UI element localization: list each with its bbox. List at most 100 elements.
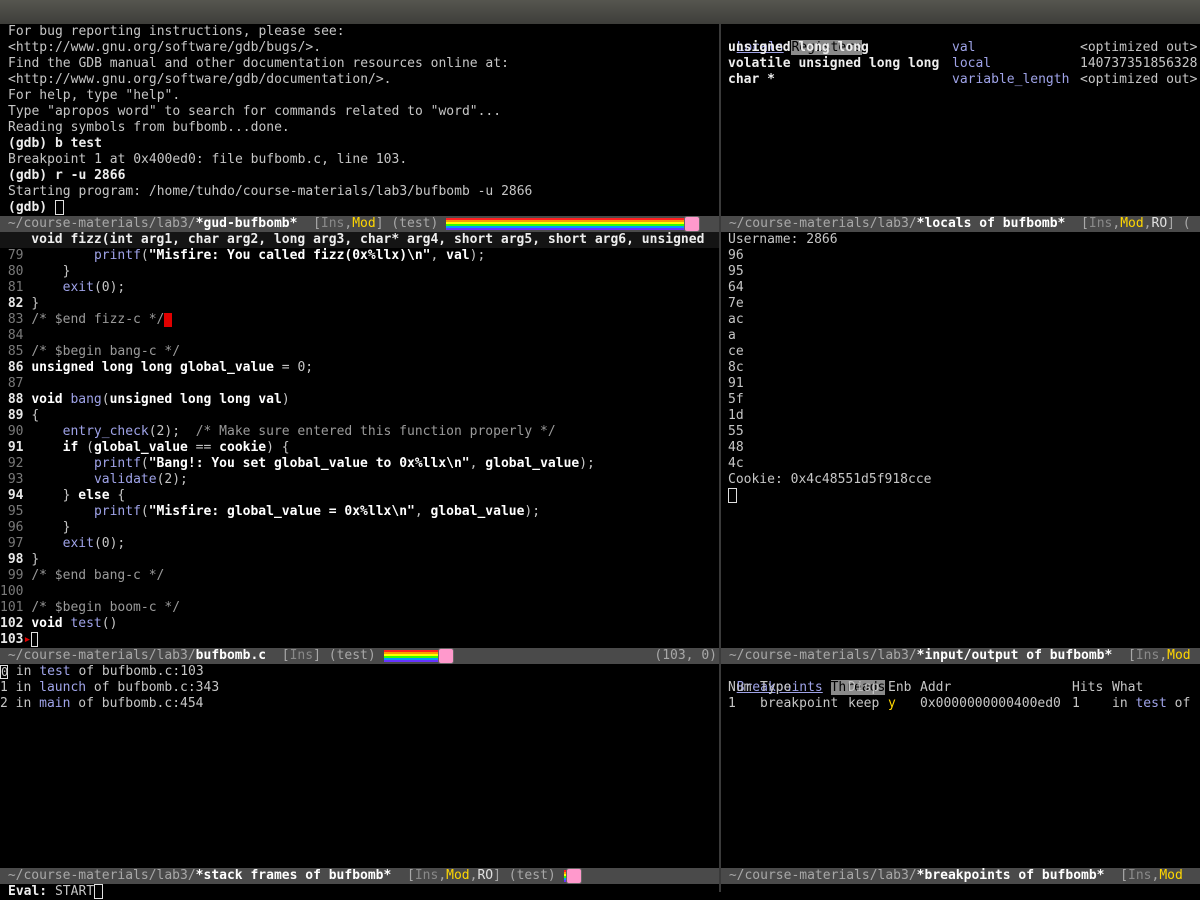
frame-location: of bufbomb.c:343 — [86, 680, 220, 695]
line-number: 100 — [0, 584, 24, 599]
io-byte-line: ac — [728, 312, 744, 327]
code-text: } — [31, 552, 40, 567]
local-name: variable_length — [952, 72, 1070, 87]
line-number: 92 — [0, 456, 24, 471]
code-text: void bang(unsigned long long val) — [31, 392, 290, 407]
source-line[interactable]: 86 unsigned long long global_value = 0; — [0, 360, 719, 376]
line-number: 103 — [0, 632, 24, 647]
window-divider[interactable] — [719, 24, 721, 892]
modeline-mod: Mod — [1159, 868, 1183, 883]
modeline-mode: ] (test) — [313, 648, 384, 663]
modeline-gud[interactable]: ~/course-materials/lab3/*gud-bufbomb* [I… — [0, 216, 719, 232]
frame-function[interactable]: launch — [39, 680, 86, 695]
text-cursor — [164, 312, 173, 327]
col-disp: Disp — [848, 680, 880, 695]
line-number: 95 — [0, 504, 24, 519]
stack-frame-row[interactable]: 2 in main of bufbomb.c:454 — [0, 696, 719, 712]
source-editor[interactable]: void fizz(int arg1, char arg2, long arg3… — [0, 232, 719, 648]
stack-frame-row[interactable]: 0 in test of bufbomb.c:103 — [0, 664, 719, 680]
line-number: 83 — [0, 312, 24, 327]
code-text: exit(0); — [62, 280, 126, 295]
code-text: void test() — [31, 616, 118, 631]
locals-row[interactable]: volatile unsigned long long local 14073735… — [728, 56, 1200, 72]
code-text: printf("Bang!: You set global_value to 0… — [93, 456, 595, 471]
source-line[interactable]: 98 } — [0, 552, 719, 568]
line-number: 81 — [0, 280, 24, 295]
source-line[interactable]: 79 printf("Misfire: You called fizz(0x%l… — [0, 248, 719, 264]
frame-in: in — [7, 696, 40, 711]
modeline-mode: ] (test) — [375, 216, 447, 231]
bp-function[interactable]: test — [1135, 696, 1166, 711]
io-output[interactable]: Username: 2866 96 95 64 7e ac a ce 8c 91 5f 1d 55 48… — [728, 232, 1200, 648]
line-number: 86 — [0, 360, 24, 375]
source-line[interactable]: 88 void bang(unsigned long long val) — [0, 392, 719, 408]
source-line[interactable]: 101 /* $begin boom-c */ — [0, 600, 719, 616]
modeline-dir: ~/course-materials/lab3/ — [721, 868, 917, 883]
col-addr: Addr — [920, 680, 952, 695]
source-line[interactable]: 95 printf("Misfire: global_value = 0x%ll… — [0, 504, 719, 520]
source-line[interactable]: 94 } else { — [0, 488, 719, 504]
source-line[interactable]: 83 /* $end fizz-c */ — [0, 312, 719, 328]
code-text: validate(2); — [93, 472, 188, 487]
modeline-source[interactable]: ~/course-materials/lab3/bufbomb.c [Ins] … — [0, 648, 719, 664]
col-enb: Enb — [888, 680, 912, 695]
modeline-sep: , — [1143, 216, 1152, 231]
modeline-bracket: [ — [1065, 216, 1089, 231]
io-byte-line: 48 — [728, 440, 744, 455]
console-line: <http://www.gnu.org/software/gdb/documen… — [8, 72, 392, 87]
minibuffer-input[interactable]: START — [47, 884, 94, 899]
source-line[interactable]: 90 entry_check(2); /* Make sure entered … — [0, 424, 719, 440]
gud-console[interactable]: For bug reporting instructions, please s… — [8, 24, 718, 216]
line-number: 91 — [0, 440, 24, 455]
frame-function[interactable]: main — [39, 696, 70, 711]
breakpoints-tabbar: Breakpoints Threads — [721, 664, 1200, 695]
source-line[interactable]: 80 } — [0, 264, 719, 280]
frame-function[interactable]: test — [39, 664, 70, 679]
source-line[interactable]: 89 { — [0, 408, 719, 424]
source-line[interactable]: 92 printf("Bang!: You set global_value t… — [0, 456, 719, 472]
locals-row[interactable]: unsigned long long val <optimized out> — [728, 40, 1200, 56]
breakpoint-row[interactable]: 1 breakpoint keep y 0x0000000000400ed0 1 in te… — [728, 696, 1200, 712]
io-byte-line: 5f — [728, 392, 744, 407]
io-byte-line: 4c — [728, 456, 744, 471]
gdb-prompt[interactable]: (gdb) — [8, 200, 718, 216]
source-line[interactable]: 82 } — [0, 296, 719, 312]
modeline-ins: Ins — [1135, 648, 1160, 663]
modeline-io[interactable]: ~/course-materials/lab3/*input/output of… — [721, 648, 1200, 664]
modeline-dir: ~/course-materials/lab3/ — [0, 648, 196, 663]
modeline-mode: ] ( — [1167, 216, 1191, 231]
console-line: Starting program: /home/tuhdo/course-mat… — [8, 184, 533, 199]
console-line: Breakpoint 1 at 0x400ed0: file bufbomb.c… — [8, 152, 408, 167]
source-line[interactable]: 85 /* $begin bang-c */ — [0, 344, 719, 360]
stack-frame-row[interactable]: 1 in launch of bufbomb.c:343 — [0, 680, 719, 696]
bp-enabled[interactable]: y — [888, 696, 920, 712]
source-line[interactable]: 97 exit(0); — [0, 536, 719, 552]
source-line[interactable]: 84 — [0, 328, 719, 344]
source-line[interactable]: 96 } — [0, 520, 719, 536]
source-line[interactable]: 99 /* $end bang-c */ — [0, 568, 719, 584]
io-byte-line: 91 — [728, 376, 744, 391]
source-line[interactable]: 102 void test() — [0, 616, 719, 632]
header-line: void fizz(int arg1, char arg2, long arg3… — [0, 232, 719, 248]
prompt-text: (gdb) — [8, 200, 55, 215]
source-line[interactable]: 81 exit(0); — [0, 280, 719, 296]
window-titlebar[interactable] — [0, 0, 1200, 24]
minibuffer[interactable]: Eval: START — [0, 884, 1200, 900]
source-line[interactable]: 103▸ — [0, 632, 719, 648]
modeline-bracket: [ — [391, 868, 415, 883]
stack-frames[interactable]: 0 in test of bufbomb.c:103 1 in launch of… — [0, 664, 719, 868]
line-number: 84 — [0, 328, 24, 343]
locals-row[interactable]: char * variable_length <optimized out> — [728, 72, 1200, 88]
local-name: val — [952, 40, 976, 55]
modeline-locals[interactable]: ~/course-materials/lab3/*locals of bufbo… — [721, 216, 1200, 232]
bp-of: of — [1174, 696, 1191, 711]
code-text: /* $begin boom-c */ — [31, 600, 181, 615]
source-line[interactable]: 91 if (global_value == cookie) { — [0, 440, 719, 456]
source-line[interactable]: 100 — [0, 584, 719, 600]
source-line[interactable]: 93 validate(2); — [0, 472, 719, 488]
io-cursor[interactable] — [728, 488, 1200, 504]
source-line[interactable]: 87 — [0, 376, 719, 392]
modeline-stack[interactable]: ~/course-materials/lab3/*stack frames of… — [0, 868, 719, 884]
modeline-breakpoints[interactable]: ~/course-materials/lab3/*breakpoints of … — [721, 868, 1200, 884]
code-text: } else { — [31, 488, 126, 503]
